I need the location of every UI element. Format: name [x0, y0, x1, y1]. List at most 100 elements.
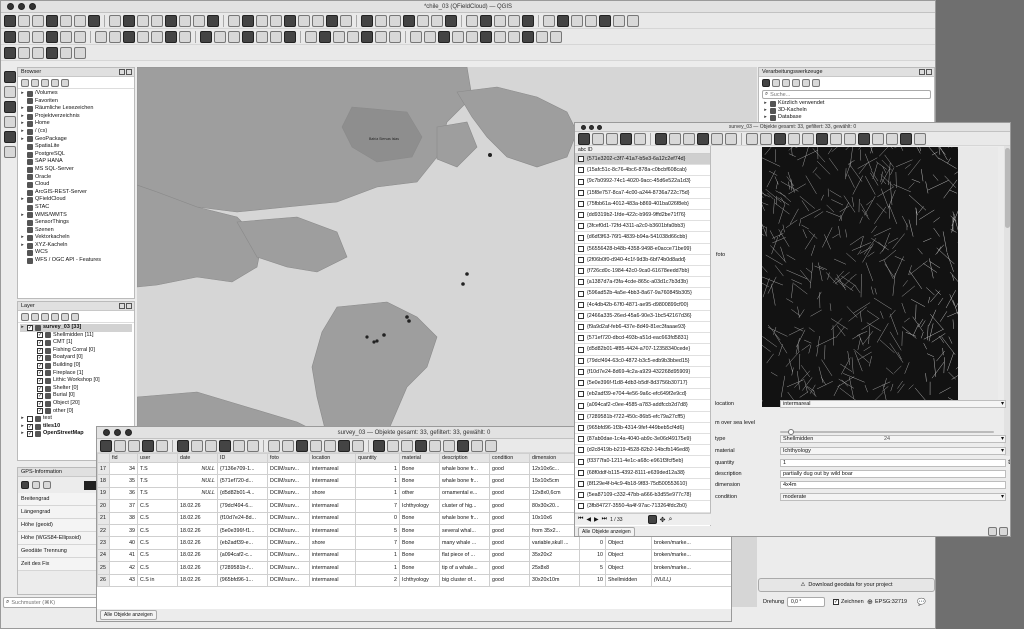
tool-button-icon[interactable] — [613, 14, 625, 27]
tool-button-icon[interactable] — [415, 439, 427, 452]
tool-button-icon[interactable] — [282, 439, 294, 452]
tool-button-icon[interactable] — [324, 439, 336, 452]
tool-button-icon[interactable] — [375, 14, 387, 27]
table-cell[interactable]: C.S — [137, 548, 178, 563]
table-cell[interactable]: Object — [605, 548, 652, 563]
tool-button-icon[interactable] — [844, 132, 856, 145]
layer-item[interactable]: ✓ Building [0] — [20, 362, 132, 370]
tool-button-icon[interactable] — [550, 30, 562, 43]
list-item[interactable]: {965bfd96-1f3b-4314-9fef-449beb5cf4d6} — [575, 423, 710, 435]
table-cell[interactable]: several whal... — [439, 523, 490, 538]
table-cell[interactable]: good — [489, 548, 530, 563]
browser-item[interactable]: WCS — [20, 249, 132, 257]
tool-button-icon[interactable] — [298, 14, 310, 27]
table-cell[interactable]: whale bone fr... — [439, 461, 490, 476]
table-cell[interactable]: T.S — [137, 461, 178, 476]
table-cell[interactable]: good — [489, 499, 530, 513]
eye-icon[interactable] — [41, 312, 49, 321]
tool-button-icon[interactable] — [830, 132, 842, 145]
table-cell[interactable]: good — [489, 561, 530, 575]
table-cell[interactable]: whale bone fr... — [439, 474, 490, 488]
tool-button-icon[interactable] — [310, 439, 322, 452]
layer-style-icon[interactable] — [21, 312, 29, 321]
browser-item[interactable]: ▸ Räumliche Lesezeichen — [20, 105, 132, 113]
list-item[interactable]: {596ad52b-4a5e-4bb3-8a67-9a760845b305} — [575, 288, 710, 300]
table-cell[interactable]: shore — [309, 536, 356, 550]
layer-visibility-checkbox[interactable]: ✓ — [37, 355, 43, 362]
tool-button-icon[interactable] — [480, 14, 492, 27]
tool-button-icon[interactable] — [60, 14, 72, 27]
table-cell[interactable]: 10x10x6 — [529, 511, 580, 525]
row-select-checkbox[interactable] — [578, 424, 584, 431]
close-window-button[interactable] — [581, 124, 586, 130]
table-cell[interactable]: many whale ... — [439, 536, 490, 550]
tool-button-icon[interactable] — [32, 30, 44, 43]
close-window-button[interactable] — [7, 3, 14, 10]
table-cell[interactable]: good — [489, 461, 530, 476]
expand-arrow-icon[interactable]: ▸ — [20, 113, 25, 121]
tool-button-icon[interactable] — [361, 30, 373, 43]
table-cell[interactable]: Shellmidden — [605, 573, 652, 587]
tool-button-icon[interactable] — [268, 439, 280, 452]
highlight-feature-icon[interactable] — [647, 515, 657, 524]
slider-handle[interactable] — [788, 429, 795, 435]
expand-arrow-icon[interactable]: ▸ — [763, 100, 768, 107]
tool-button-icon[interactable] — [214, 30, 226, 43]
layer-visibility-checkbox[interactable]: ✓ — [37, 332, 43, 339]
table-cell[interactable]: intermareal — [309, 548, 356, 563]
table-cell[interactable]: shore — [309, 486, 356, 501]
expand-arrow-icon[interactable]: ▸ — [20, 234, 25, 242]
expand-all-icon[interactable] — [61, 312, 69, 321]
tool-button-icon[interactable] — [18, 14, 30, 27]
row-select-checkbox[interactable] — [578, 480, 584, 487]
list-item[interactable]: {a094caf2-c0ee-4585-a783-addfccb2d7d8} — [575, 400, 710, 412]
add-csv-layer-icon[interactable] — [4, 131, 16, 143]
chevron-down-icon[interactable]: ▾ — [1001, 493, 1004, 500]
row-select-checkbox[interactable] — [578, 492, 584, 499]
list-item[interactable]: {4c4db42b-67f0-4871-ae95-d9800899cf00} — [575, 300, 710, 311]
tool-button-icon[interactable] — [683, 132, 695, 145]
layer-item[interactable]: ✓ Boatyard [0] — [20, 354, 132, 362]
table-cell[interactable]: 5 — [355, 523, 400, 538]
row-select-checkbox[interactable] — [578, 212, 584, 219]
table-cell[interactable]: C.S — [137, 561, 178, 575]
tool-button-icon[interactable] — [137, 30, 149, 43]
tool-button-icon[interactable] — [697, 132, 709, 145]
tool-button-icon[interactable] — [606, 132, 618, 145]
gps-connect-icon[interactable] — [21, 481, 29, 489]
table-cell[interactable]: 7 — [355, 499, 400, 513]
row-select-checkbox[interactable] — [578, 279, 584, 286]
table-cell[interactable]: 5 — [579, 561, 606, 575]
tool-button-icon[interactable] — [424, 30, 436, 43]
tool-button-icon[interactable] — [151, 14, 163, 27]
table-cell[interactable]: intermareal — [309, 499, 356, 513]
tool-button-icon[interactable] — [191, 439, 203, 452]
tool-button-icon[interactable] — [347, 30, 359, 43]
tool-button-icon[interactable] — [816, 132, 828, 145]
zoom-to-feature-icon[interactable]: ⌕ — [668, 516, 672, 524]
tool-button-icon[interactable] — [319, 30, 331, 43]
layer-item[interactable]: ✓ CMT [1] — [20, 339, 132, 347]
tool-button-icon[interactable] — [340, 14, 352, 27]
show-all-features-dropdown[interactable]: Alle Objekte anzeigen — [100, 610, 157, 620]
rotation-input[interactable]: 0,0 ° — [787, 597, 825, 607]
tool-button-icon[interactable] — [429, 439, 441, 452]
tool-button-icon[interactable] — [886, 132, 898, 145]
tool-button-icon[interactable] — [128, 439, 140, 452]
table-cell[interactable]: 38 — [109, 511, 138, 525]
tool-button-icon[interactable] — [247, 439, 259, 452]
table-cell[interactable]: Bone — [399, 461, 440, 476]
layer-visibility-checkbox[interactable]: ✓ — [37, 339, 43, 346]
tool-button-icon[interactable] — [142, 439, 154, 452]
table-cell[interactable]: {79dcf494-6... — [217, 499, 268, 513]
table-cell[interactable]: 15x10x5cm — [529, 474, 580, 488]
tool-button-icon[interactable] — [802, 132, 814, 145]
table-cell[interactable]: C.S — [137, 511, 178, 525]
table-cell[interactable]: 80x30x20... — [529, 499, 580, 513]
table-cell[interactable]: {7289581b-f... — [217, 561, 268, 575]
table-cell[interactable]: DCIM/surv... — [267, 499, 310, 513]
tool-button-icon[interactable] — [431, 14, 443, 27]
list-item[interactable]: {f9a9d2af-feb6-437e-8d49-81ec3faaae93} — [575, 322, 710, 334]
layer-item[interactable]: ✓ Fireplace [1] — [20, 370, 132, 378]
tool-button-icon[interactable] — [457, 439, 469, 452]
